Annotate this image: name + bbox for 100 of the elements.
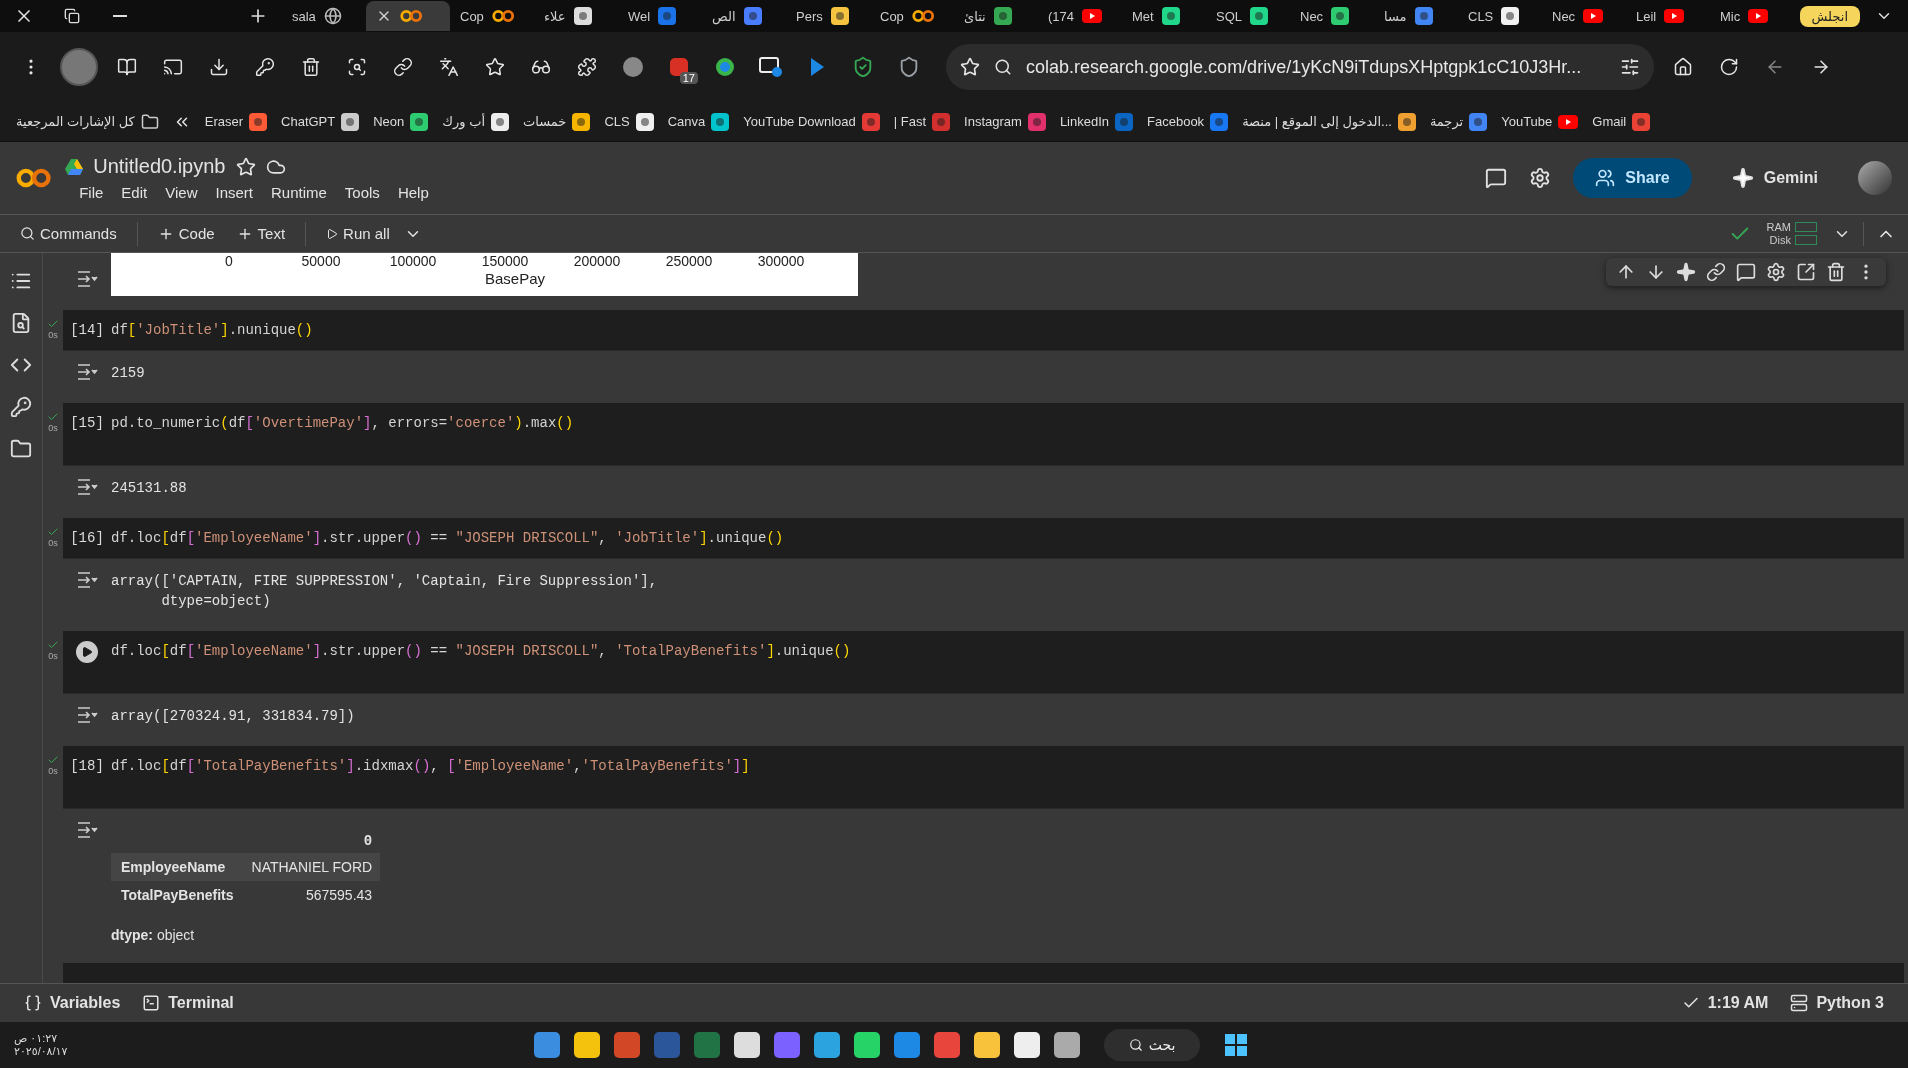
- browser-tab[interactable]: (174: [1038, 1, 1122, 31]
- excel-icon[interactable]: [694, 1032, 720, 1058]
- windows-icon[interactable]: [1224, 1033, 1248, 1057]
- run-all-button[interactable]: Run all: [318, 221, 398, 246]
- output-toggle-icon[interactable]: [76, 478, 98, 496]
- settings-icon[interactable]: [1766, 262, 1786, 282]
- chrome-icon[interactable]: [934, 1032, 960, 1058]
- edge-icon[interactable]: [894, 1032, 920, 1058]
- menu-item[interactable]: View: [165, 184, 198, 201]
- menu-item[interactable]: Help: [397, 184, 429, 201]
- add-code-button[interactable]: Code: [149, 221, 223, 246]
- site-settings-icon[interactable]: [1620, 57, 1640, 77]
- bookmark[interactable]: YouTube: [1501, 114, 1579, 129]
- browser-tab[interactable]: نتائ: [954, 1, 1038, 31]
- bookmark[interactable]: أب ورك: [442, 112, 510, 131]
- resource-meter[interactable]: RAM Disk: [1766, 221, 1817, 246]
- code-cell[interactable]: [14] df['JobTitle'].nunique(): [63, 310, 1904, 350]
- m365-icon[interactable]: [774, 1032, 800, 1058]
- browser-tab[interactable]: الص: [702, 1, 786, 31]
- browser-tab[interactable]: [366, 1, 450, 31]
- bookmark[interactable]: Instagram: [964, 112, 1046, 131]
- clock-date[interactable]: ٢٠٢٥/٠٨/١٧: [14, 1045, 534, 1058]
- player-icon[interactable]: [574, 1032, 600, 1058]
- profile-avatar[interactable]: [60, 48, 98, 86]
- browser-tab[interactable]: Pers: [786, 1, 870, 31]
- browser-tab[interactable]: علاء: [534, 1, 618, 31]
- comment-icon[interactable]: [1485, 167, 1508, 189]
- runtime-button[interactable]: Python 3: [1790, 994, 1884, 1012]
- comment-icon[interactable]: [1736, 262, 1756, 282]
- bookmark[interactable]: CLS: [604, 112, 654, 131]
- clock-time[interactable]: ٠١:٢٧ ص: [14, 1032, 534, 1045]
- link-icon[interactable]: [1706, 262, 1726, 282]
- bookmark[interactable]: Canva: [667, 112, 730, 131]
- output-toggle-icon[interactable]: [76, 270, 98, 288]
- browser-tab[interactable]: Nec: [1542, 1, 1626, 31]
- browser-tab[interactable]: Cop: [870, 1, 954, 31]
- bookmark[interactable]: Gmail: [1592, 112, 1651, 131]
- bookmark[interactable]: LinkedIn: [1059, 112, 1134, 131]
- gemini-button[interactable]: Gemini: [1725, 166, 1824, 190]
- bookmark[interactable]: YouTube Download: [743, 112, 880, 131]
- output-toggle-icon[interactable]: [76, 821, 98, 839]
- browser-tab[interactable]: Met: [1122, 1, 1206, 31]
- browser-tab[interactable]: CLS: [1458, 1, 1542, 31]
- key-icon[interactable]: [10, 396, 32, 418]
- menu-item[interactable]: Insert: [215, 184, 253, 201]
- powerpoint-icon[interactable]: [614, 1032, 640, 1058]
- code-cell[interactable]: df.loc[df['EmployeeName'].str.upper() == "JOSEPH DRISCOLL", 'TotalPayBenefits'].unique(): [63, 631, 1904, 693]
- output-toggle-icon[interactable]: [76, 706, 98, 724]
- bookmark[interactable]: ChatGPT: [281, 112, 360, 131]
- search-field[interactable]: بحث: [1104, 1029, 1200, 1061]
- bookmark[interactable]: | Fast: [893, 112, 951, 131]
- star-icon[interactable]: [235, 156, 256, 177]
- notebook-title[interactable]: Untitled0.ipynb: [93, 155, 226, 178]
- menu-item[interactable]: Tools: [344, 184, 380, 201]
- browser-tab[interactable]: Mic: [1710, 1, 1794, 31]
- folder-icon[interactable]: [974, 1032, 1000, 1058]
- share-button[interactable]: Share: [1573, 158, 1692, 198]
- store-icon[interactable]: [1014, 1032, 1040, 1058]
- bookmark[interactable]: الدخول إلى الموقع | منصة...: [1242, 112, 1416, 131]
- commands-button[interactable]: Commands: [12, 221, 125, 246]
- output-toggle-icon[interactable]: [76, 363, 98, 381]
- bookmark[interactable]: Eraser: [204, 112, 268, 131]
- bookmark[interactable]: ترجمة: [1429, 112, 1488, 131]
- browser-tab[interactable]: sala: [282, 1, 366, 31]
- output-toggle-icon[interactable]: [76, 571, 98, 589]
- browser-tab[interactable]: Cop: [450, 1, 534, 31]
- mirror-icon[interactable]: [1796, 262, 1816, 282]
- browser-tab[interactable]: SQL: [1206, 1, 1290, 31]
- profile-button[interactable]: انجلش: [1799, 5, 1860, 27]
- address-bar[interactable]: colab.research.google.com/drive/1yKcN9iTdupsXHptgpk1cC10J3Hr...: [946, 44, 1654, 90]
- folder-icon[interactable]: [10, 438, 32, 460]
- settings-icon[interactable]: [1529, 167, 1552, 189]
- browser-tab[interactable]: Wel: [618, 1, 702, 31]
- browser-tab[interactable]: Leil: [1626, 1, 1710, 31]
- browser-tab[interactable]: مسا: [1374, 1, 1458, 31]
- bookmark[interactable]: Facebook: [1147, 112, 1229, 131]
- menu-item[interactable]: Runtime: [271, 184, 327, 201]
- add-text-button[interactable]: Text: [228, 221, 294, 246]
- execution-status[interactable]: 1:19 AM: [1681, 994, 1769, 1012]
- terminal-button[interactable]: Terminal: [142, 994, 234, 1012]
- whatsapp-icon[interactable]: [854, 1032, 880, 1058]
- task-view-icon[interactable]: [1054, 1032, 1080, 1058]
- bookmark[interactable]: Neon: [373, 112, 429, 131]
- user-avatar[interactable]: [1858, 161, 1892, 195]
- menu-item[interactable]: File: [79, 184, 104, 201]
- bookmark[interactable]: خمسات: [523, 112, 591, 131]
- search-icon[interactable]: [10, 312, 32, 334]
- telegram-icon[interactable]: [814, 1032, 840, 1058]
- chatgpt-icon[interactable]: [734, 1032, 760, 1058]
- browser-tab[interactable]: Nec: [1290, 1, 1374, 31]
- menu-item[interactable]: Edit: [121, 184, 148, 201]
- code-cell[interactable]: [15] pd.to_numeric(df['OvertimePay'], errors='coerce').max(): [63, 403, 1904, 465]
- bookmark[interactable]: كل الإشارات المرجعية: [16, 112, 159, 131]
- variables-button[interactable]: Variables: [24, 994, 121, 1012]
- zoom-icon[interactable]: [994, 58, 1012, 76]
- photos-icon[interactable]: [534, 1032, 560, 1058]
- code-cell[interactable]: [16] df.loc[df['EmployeeName'].str.upper() == "JOSEPH DRISCOLL", 'JobTitle'].unique(): [63, 518, 1904, 558]
- run-button[interactable]: [76, 641, 98, 663]
- sparkle-icon[interactable]: [1676, 262, 1696, 282]
- bookmark-star-icon[interactable]: [960, 57, 980, 77]
